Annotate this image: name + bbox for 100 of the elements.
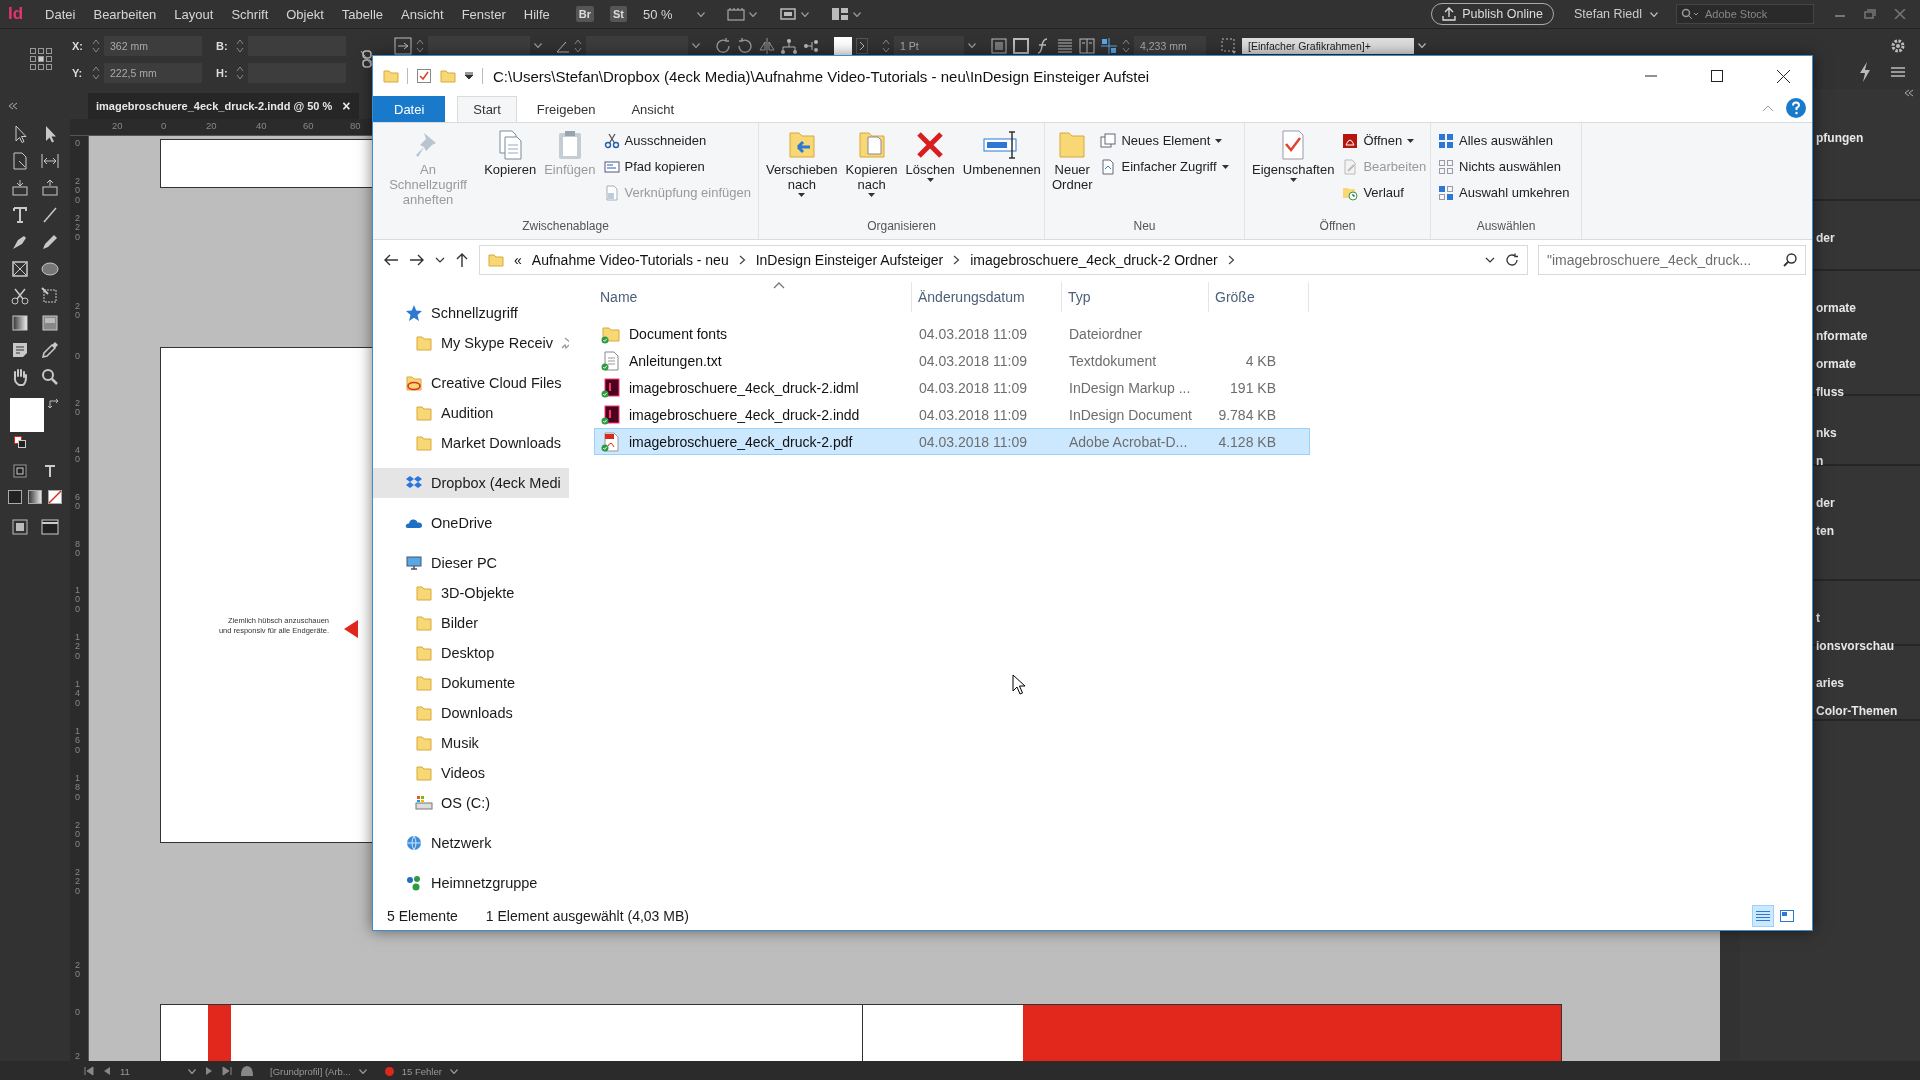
error-count[interactable]: 15 Fehler xyxy=(401,1065,442,1077)
ribbon-button[interactable]: Löschen xyxy=(902,127,958,217)
panel-tab[interactable]: Color-Themen xyxy=(1816,704,1898,718)
caret-icon[interactable] xyxy=(464,72,474,80)
nav-item[interactable]: Downloads xyxy=(373,698,569,728)
screen-mode-icon[interactable] xyxy=(41,519,59,535)
caret-icon[interactable] xyxy=(1407,138,1415,143)
placer-icon[interactable] xyxy=(40,178,60,198)
ribbon-button[interactable]: Nichts auswählen xyxy=(1435,155,1573,178)
ribbon-button[interactable]: Kopieren xyxy=(481,127,540,217)
ellipse-icon[interactable] xyxy=(40,259,60,279)
panel-tab[interactable]: ormate xyxy=(1816,357,1856,371)
panel-tab[interactable]: der xyxy=(1816,496,1835,510)
panel-tab[interactable]: ionsvorschau xyxy=(1816,639,1895,653)
frame-fit-icon[interactable] xyxy=(990,36,1008,55)
nav-item[interactable]: 3D-Objekte xyxy=(373,578,569,608)
nav-item[interactable]: Audition xyxy=(373,398,569,428)
user-menu[interactable]: Stefan Riedl xyxy=(1573,7,1642,21)
nav-item[interactable]: Desktop xyxy=(373,638,569,668)
restore-icon[interactable] xyxy=(1864,9,1876,19)
frame-icon[interactable] xyxy=(1012,36,1030,55)
next-icon[interactable] xyxy=(204,1066,214,1076)
type-icon[interactable] xyxy=(43,464,57,478)
menu-item[interactable]: Fenster xyxy=(461,6,506,22)
spinner-icon[interactable] xyxy=(236,64,244,81)
none-icon[interactable] xyxy=(48,490,62,504)
nav-item[interactable]: Schnellzugriff xyxy=(373,298,569,328)
forward-icon[interactable] xyxy=(409,253,425,267)
pdf-icon[interactable] xyxy=(1342,132,1359,149)
menu-item[interactable]: Bearbeiten xyxy=(93,6,157,22)
panel-tab[interactable]: aries xyxy=(1816,676,1845,690)
column-header[interactable]: Name xyxy=(594,282,912,312)
document-tab[interactable]: imagebroschuere_4eck_druck-2.indd @ 50 % × xyxy=(88,93,359,119)
spacing-icon[interactable] xyxy=(1100,36,1118,55)
spinner-icon[interactable] xyxy=(882,37,890,54)
nav-item[interactable]: OS (C:) xyxy=(373,788,569,818)
nav-item[interactable]: Dieser PC xyxy=(373,548,569,578)
file-row[interactable]: Document fonts 04.03.2018 11:09 Dateiordner xyxy=(594,320,1310,347)
collapse-icon[interactable] xyxy=(8,102,18,110)
ribbon-tab[interactable]: Freigeben xyxy=(520,96,612,122)
screen-mode-icon[interactable] xyxy=(779,7,797,21)
profile-dropdown[interactable]: [Grundprofil] (Arb... xyxy=(270,1065,351,1077)
y-field[interactable]: 222,5 mm xyxy=(104,62,202,83)
chain-icon[interactable] xyxy=(360,50,374,68)
up-icon[interactable] xyxy=(455,252,469,268)
menu-item[interactable]: Datei xyxy=(45,6,76,22)
angle-field[interactable] xyxy=(586,35,688,56)
breadcrumb[interactable]: InDesign Einsteiger Aufsteiger xyxy=(755,252,944,268)
nav-item[interactable]: Creative Cloud Files xyxy=(373,368,569,398)
ribbon-button[interactable]: Pfad kopieren xyxy=(600,155,754,178)
spinner-icon[interactable] xyxy=(416,37,424,54)
transform-icon[interactable] xyxy=(40,286,60,306)
frame-icon[interactable] xyxy=(10,259,30,279)
scissors-icon[interactable] xyxy=(10,286,30,306)
gradient-icon[interactable] xyxy=(10,313,30,333)
nav-item[interactable]: Musik xyxy=(373,728,569,758)
panel-tab[interactable]: der xyxy=(1816,231,1835,245)
caret-icon[interactable] xyxy=(435,257,445,263)
menu-item[interactable]: Objekt xyxy=(286,6,324,22)
spinner-icon[interactable] xyxy=(92,37,100,54)
spinner-icon[interactable] xyxy=(92,64,100,81)
search-icon[interactable] xyxy=(40,367,60,387)
panel-tab[interactable]: ormate xyxy=(1816,301,1856,315)
panel-tab[interactable]: fluss xyxy=(1816,385,1844,399)
zoom-field[interactable]: 50 % xyxy=(643,6,687,22)
nav-item[interactable]: Dokumente xyxy=(373,668,569,698)
checklist-icon[interactable] xyxy=(416,68,432,84)
back-icon[interactable] xyxy=(383,253,399,267)
line-icon[interactable] xyxy=(40,205,60,225)
ribbon-button[interactable]: Neues Element xyxy=(1097,129,1232,152)
pencil-icon[interactable] xyxy=(40,232,60,252)
menu-item[interactable]: Layout xyxy=(174,6,214,22)
caret-icon[interactable] xyxy=(868,192,876,197)
new-item-icon[interactable] xyxy=(1100,132,1117,149)
rotate-icon[interactable] xyxy=(714,36,732,55)
details-view-button[interactable] xyxy=(1752,905,1774,927)
close-icon[interactable] xyxy=(1894,9,1906,19)
menu-item[interactable]: Schrift xyxy=(231,6,269,22)
x-field[interactable]: 362 mm xyxy=(104,35,202,56)
previous-icon[interactable] xyxy=(102,1066,112,1076)
lightning-icon[interactable] xyxy=(1858,61,1872,83)
panel-tab[interactable]: ten xyxy=(1816,524,1834,538)
search-icon[interactable] xyxy=(1681,8,1699,20)
nav-item[interactable]: Videos xyxy=(373,758,569,788)
ribbon-button[interactable]: Kopieren nach xyxy=(842,127,901,217)
file-row[interactable]: imagebroschuere_4eck_druck-2.idml 04.03.2018 11:09 InDesign Markup ... 191 KB xyxy=(594,374,1310,401)
column-header[interactable]: Änderungsdatum xyxy=(912,282,1062,312)
chevron-icon[interactable] xyxy=(856,37,868,54)
ribbon-tab[interactable]: Start xyxy=(457,96,517,122)
caret-icon[interactable] xyxy=(1650,11,1658,17)
address-bar[interactable]: « Aufnahme Video-Tutorials - neu InDesign Einsteiger Aufsteiger imagebroschuere_4eck_druck-2 Ordner xyxy=(479,245,1528,275)
scale-field[interactable] xyxy=(428,35,530,56)
caret-icon[interactable] xyxy=(798,192,806,197)
select-all-icon[interactable] xyxy=(1438,132,1454,149)
spinner-icon[interactable] xyxy=(1122,37,1130,54)
menu-item[interactable]: Tabelle xyxy=(341,6,384,22)
feather-icon[interactable] xyxy=(40,313,60,333)
menu-icon[interactable] xyxy=(1890,66,1906,78)
swap-icon[interactable] xyxy=(48,398,60,410)
container-icon[interactable] xyxy=(13,464,27,478)
